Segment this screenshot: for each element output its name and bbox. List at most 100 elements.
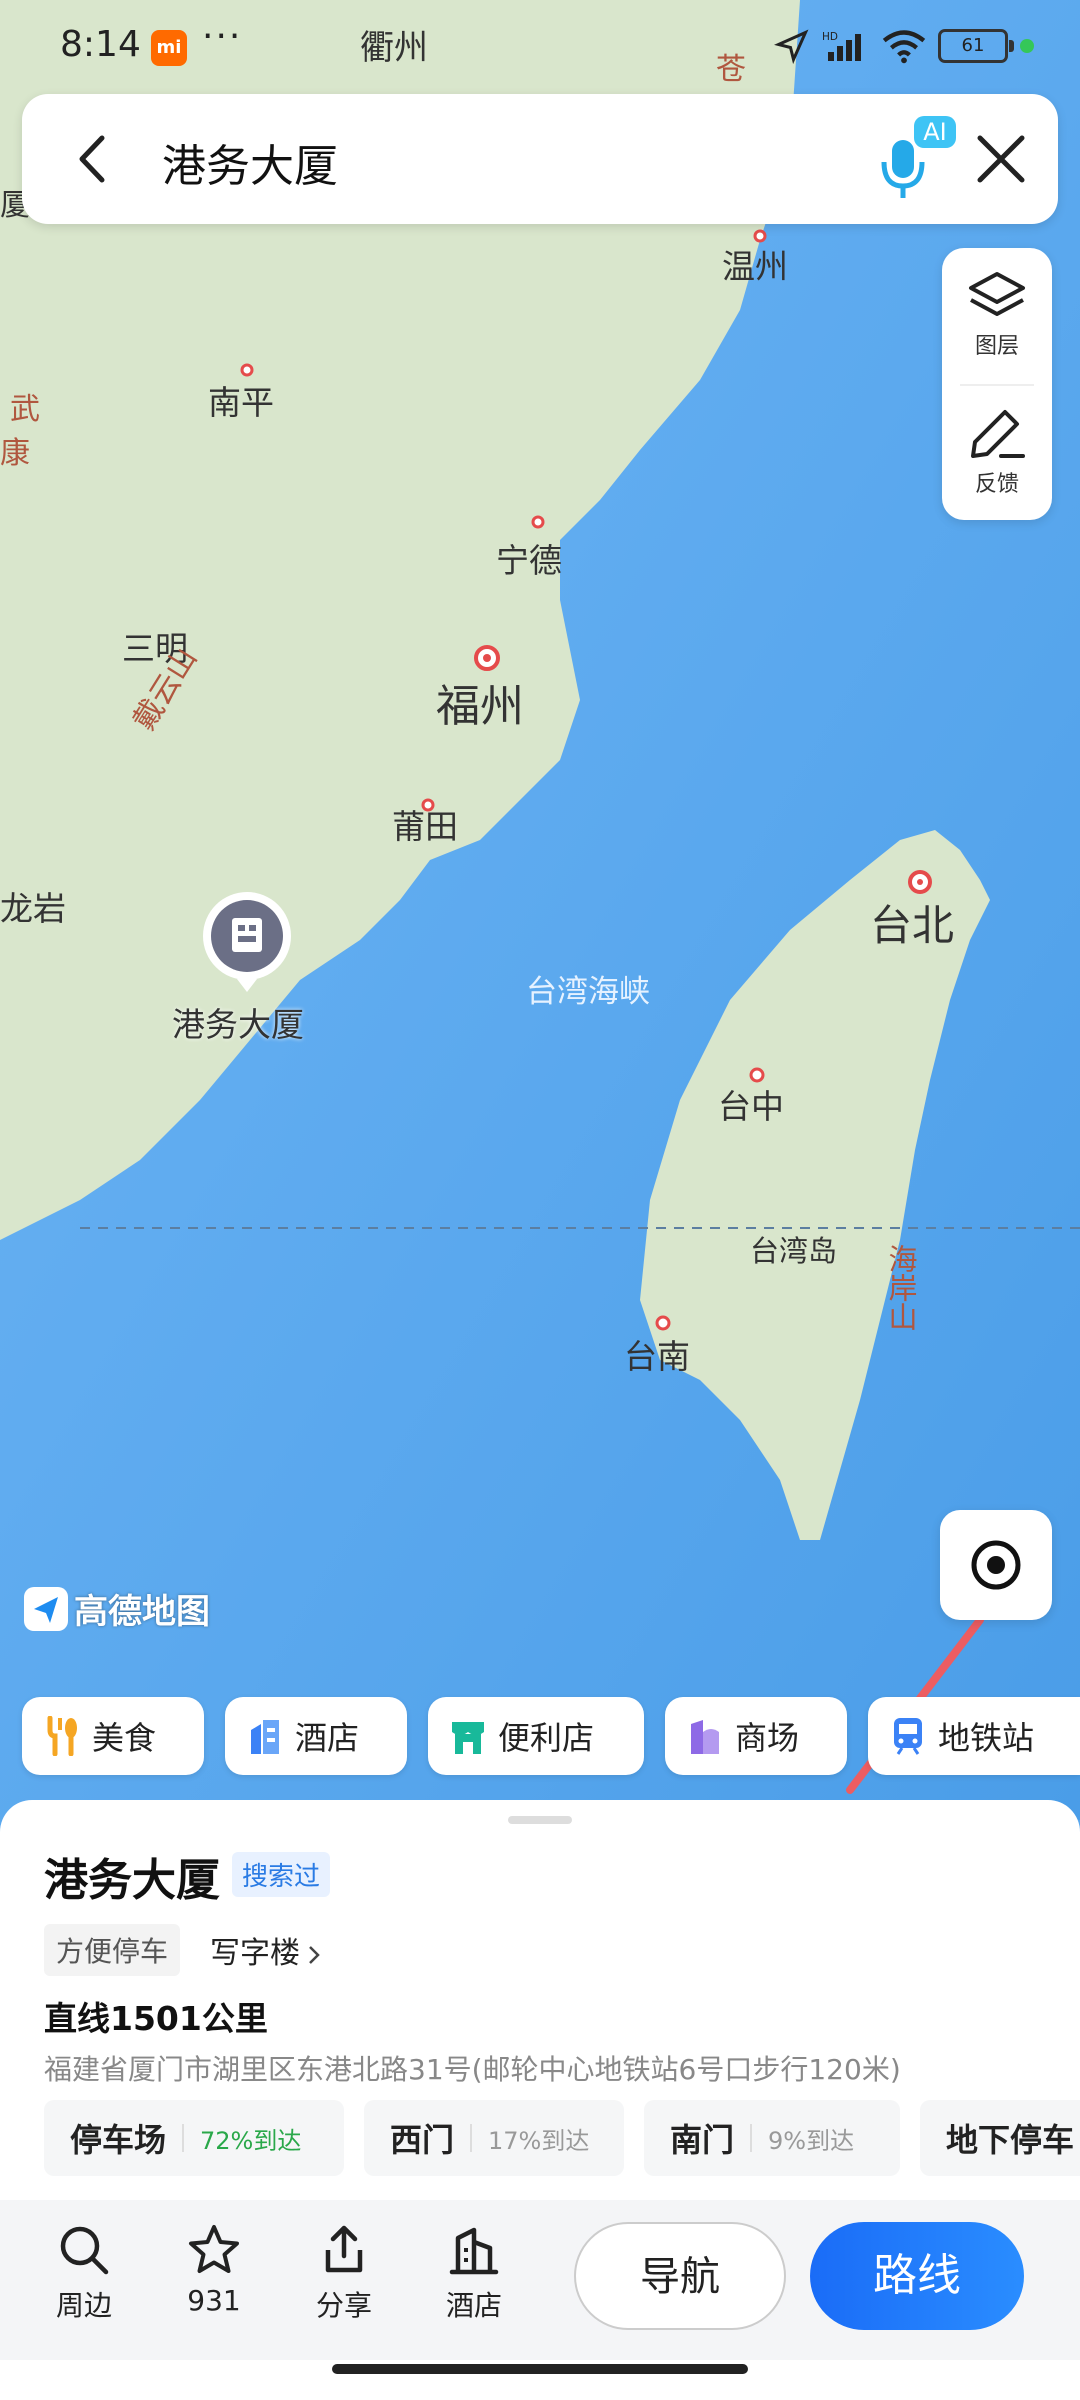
chip-mall[interactable]: 商场: [665, 1697, 847, 1775]
chip-metro-label: 地铁站: [938, 1719, 1035, 1757]
mi-app-icon: mi: [151, 30, 187, 66]
entrance-item[interactable]: 西门 17%到达: [364, 2100, 624, 2176]
map-view[interactable]: 衢州 苍 温州 厦 南平 武 康 宁德 三明 福州 戴云山 莆田 龙岩 台北 台…: [0, 0, 1080, 1820]
city-label-putian: 莆田: [392, 807, 458, 846]
city-label-longyan: 龙岩: [0, 889, 66, 928]
home-indicator[interactable]: [332, 2364, 748, 2374]
hotel-nearby-button[interactable]: 酒店: [424, 2222, 524, 2324]
edit-pencil-icon: [971, 410, 1025, 458]
chip-hotel[interactable]: 酒店: [225, 1697, 407, 1775]
share-button[interactable]: 分享: [294, 2222, 394, 2324]
feedback-button[interactable]: 反馈: [942, 386, 1052, 516]
svg-text:HD: HD: [822, 31, 838, 43]
search-query[interactable]: 港务大厦: [162, 130, 338, 194]
chip-food[interactable]: 美食: [22, 1697, 204, 1775]
layers-button[interactable]: 图层: [942, 248, 1052, 378]
entrance-item[interactable]: 地下停车: [920, 2100, 1080, 2176]
city-label-tainan: 台南: [624, 1337, 690, 1376]
chip-convenience[interactable]: 便利店: [428, 1697, 644, 1775]
nearby-label: 周边: [55, 2289, 112, 2322]
strait-label: 台湾海峡: [526, 974, 650, 1010]
privacy-indicator-icon: [1020, 39, 1034, 53]
wifi-icon: [882, 30, 926, 64]
entrance-divider: [182, 2124, 185, 2152]
chip-hotel-label: 酒店: [295, 1719, 360, 1757]
favorite-button[interactable]: 931: [164, 2222, 264, 2317]
poi-map-label: 港务大厦: [172, 1005, 304, 1044]
route-button[interactable]: 路线: [810, 2222, 1024, 2330]
entrance-name: 西门: [390, 2121, 455, 2159]
amap-watermark: 高德地图: [24, 1584, 210, 1633]
cell-signal-icon: HD: [822, 31, 861, 61]
action-bar: 周边 931 分享 酒店 导航 路线: [0, 2200, 1080, 2360]
ai-badge: AI: [923, 118, 947, 146]
food-fork-icon: [47, 1716, 77, 1756]
share-icon: [325, 2225, 363, 2273]
searched-badge: 搜索过: [232, 1852, 331, 1897]
entrance-name: 停车场: [70, 2121, 167, 2159]
search-bar[interactable]: 港务大厦 AI: [22, 94, 1058, 224]
chip-food-label: 美食: [92, 1719, 157, 1757]
sheet-drag-handle[interactable]: [508, 1816, 572, 1824]
navigate-button[interactable]: 导航: [574, 2222, 786, 2330]
place-title: 港务大厦: [44, 1855, 220, 1906]
location-arrow-icon: [774, 29, 809, 64]
city-label-ningde: 宁德: [496, 541, 562, 580]
tag-office-label: 写字楼: [210, 1936, 300, 1971]
locate-target-icon: [971, 1540, 1021, 1590]
mall-icon: [691, 1720, 719, 1754]
layers-icon: [969, 272, 1025, 316]
city-label-fuzhou: 福州: [436, 681, 524, 732]
ai-voice-mic-icon[interactable]: AI: [862, 112, 962, 206]
share-label: 分享: [315, 2289, 372, 2322]
more-notifications-icon: ···: [202, 16, 243, 57]
entrance-divider: [470, 2124, 473, 2152]
chip-metro[interactable]: 地铁站: [868, 1697, 1080, 1775]
locate-me-button[interactable]: [940, 1510, 1052, 1620]
distance-text: 直线1501公里: [44, 1999, 268, 2038]
tag-parking: 方便停车: [44, 1924, 181, 1976]
feedback-label: 反馈: [974, 472, 1019, 497]
metro-train-icon: [894, 1718, 922, 1755]
hotel-building-icon: [251, 1720, 279, 1754]
city-label-nanping: 南平: [208, 383, 274, 422]
city-label-wu: 武: [10, 392, 40, 427]
status-time: 8:14: [60, 24, 141, 65]
entrance-item[interactable]: 停车场 72%到达: [44, 2100, 344, 2176]
address-text: 福建省厦门市湖里区东港北路31号(邮轮中心地铁站6号口步行120米): [44, 2053, 901, 2086]
search-icon: [60, 2226, 109, 2275]
entrance-name: 南门: [670, 2121, 735, 2159]
store-icon: [452, 1722, 484, 1754]
amap-watermark-text: 高德地图: [74, 1592, 210, 1632]
island-label-taiwan: 台湾岛: [750, 1234, 838, 1268]
chip-convenience-label: 便利店: [498, 1719, 595, 1757]
city-label-wenzhou: 温州: [722, 247, 788, 286]
entrance-arrival-pct: 72%到达: [200, 2126, 302, 2155]
entrance-arrival-pct: 9%到达: [768, 2126, 855, 2155]
chip-mall-label: 商场: [735, 1719, 800, 1757]
entrance-name: 地下停车: [946, 2121, 1075, 2159]
mountain-label-haian: 海岸山: [884, 1244, 918, 1331]
city-label-taibei: 台北: [870, 901, 955, 950]
battery-icon: 61: [938, 29, 1014, 63]
city-label-taizhong: 台中: [718, 1087, 784, 1126]
hotel-nearby-label: 酒店: [445, 2289, 502, 2322]
entrance-list: 停车场 72%到达 西门 17%到达 南门 9%到达 地下停车: [44, 2100, 1080, 2176]
map-tools-panel: 图层 反馈: [942, 248, 1052, 520]
city-label-kang: 康: [0, 436, 30, 471]
entrance-arrival-pct: 17%到达: [488, 2126, 590, 2155]
building-icon: [449, 2227, 499, 2275]
status-bar: 8:14 mi ··· HD 61: [0, 0, 1080, 96]
amap-logo-icon: [24, 1586, 68, 1631]
nearby-button[interactable]: 周边: [34, 2222, 134, 2324]
star-icon: [189, 2225, 239, 2273]
layers-label: 图层: [974, 334, 1019, 359]
entrance-item[interactable]: 南门 9%到达: [644, 2100, 900, 2176]
entrance-divider: [750, 2124, 753, 2152]
chevron-right-icon: [309, 1945, 320, 1964]
favorite-count: 931: [187, 2284, 241, 2317]
category-chips: 美食 酒店 便利店 商场 地铁站: [0, 1697, 1080, 1775]
back-arrow-icon[interactable]: [58, 124, 128, 194]
tag-office-category[interactable]: 写字楼: [210, 1928, 324, 1972]
close-icon[interactable]: [966, 124, 1036, 194]
